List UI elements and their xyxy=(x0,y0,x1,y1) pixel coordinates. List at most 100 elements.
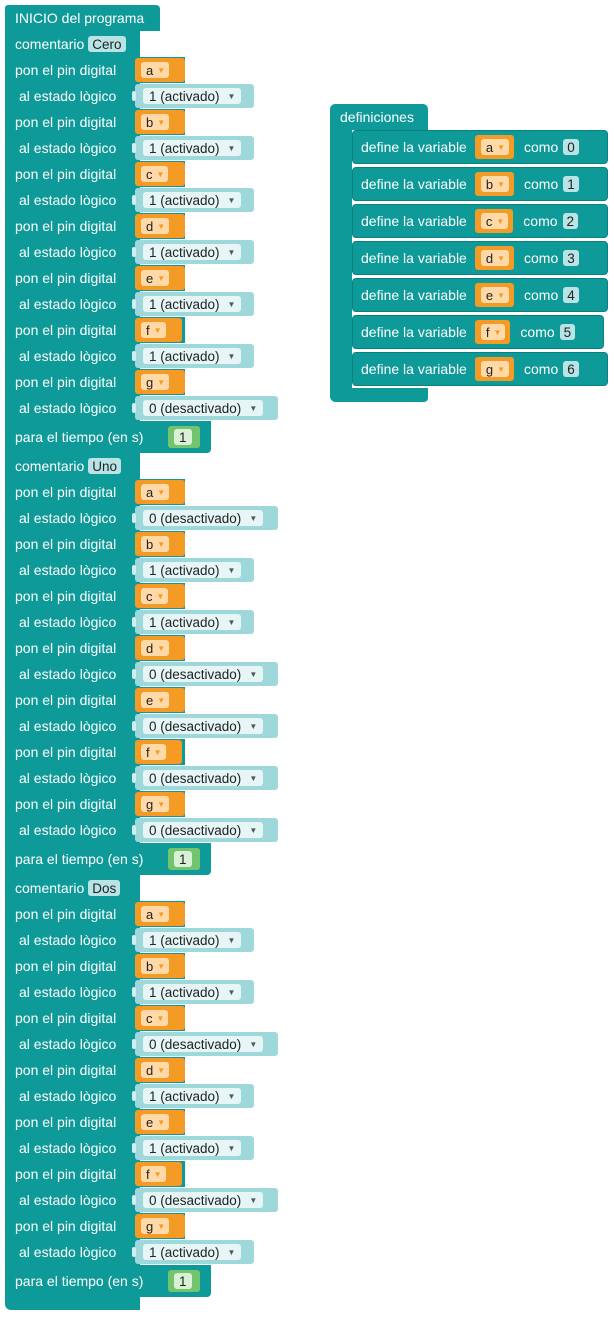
define-label: define la variable xyxy=(361,213,467,229)
state-label: al estado lògico xyxy=(19,1192,117,1208)
wait-seconds-input[interactable]: 1 xyxy=(168,1270,200,1292)
pin-variable-select[interactable]: d ▼ xyxy=(135,636,185,660)
comment-text[interactable]: Dos xyxy=(88,880,121,896)
pin-variable-select[interactable]: g ▼ xyxy=(135,792,185,816)
comment-block[interactable]: comentario Cero xyxy=(5,31,138,57)
pin-variable-select[interactable]: e ▼ xyxy=(135,688,185,712)
wait-label: para el tiempo (en s) xyxy=(15,1273,144,1289)
state-label: al estado lògico xyxy=(19,562,117,578)
pin-variable-select[interactable]: e ▼ xyxy=(135,1110,185,1134)
logic-state-select[interactable]: 0 (desactivado) ▼ xyxy=(135,1032,278,1056)
logic-state-select[interactable]: 1 (activado) ▼ xyxy=(135,980,254,1004)
define-variable-select[interactable]: e ▼ xyxy=(474,283,515,307)
start-label: INICIO del programa xyxy=(15,10,145,26)
define-variable-select[interactable]: b ▼ xyxy=(474,172,515,196)
define-label: define la variable xyxy=(361,139,467,155)
comment-block[interactable]: comentario Dos xyxy=(5,875,133,901)
pin-variable-select[interactable]: f ▼ xyxy=(135,1162,182,1186)
pin-variable-select[interactable]: b ▼ xyxy=(135,110,185,134)
logic-state-select[interactable]: 1 (activado) ▼ xyxy=(135,558,254,582)
logic-state-select[interactable]: 0 (desactivado) ▼ xyxy=(135,714,278,738)
as-label: como xyxy=(520,324,555,340)
define-variable-select[interactable]: g ▼ xyxy=(474,357,515,381)
pin-variable-select[interactable]: c ▼ xyxy=(135,1006,185,1030)
pin-variable-select[interactable]: a ▼ xyxy=(135,58,185,82)
comment-label: comentario xyxy=(15,36,85,52)
define-value[interactable]: 1 xyxy=(563,176,579,192)
triangle-down-icon: ▼ xyxy=(227,91,236,101)
wait-seconds-input[interactable]: 1 xyxy=(168,848,200,870)
pin-variable-select[interactable]: g ▼ xyxy=(135,1214,185,1238)
define-value[interactable]: 4 xyxy=(563,287,579,303)
pin-variable-select[interactable]: b ▼ xyxy=(135,532,185,556)
wait-seconds-input[interactable]: 1 xyxy=(168,426,200,448)
triangle-down-icon: ▼ xyxy=(156,591,165,601)
define-variable-select[interactable]: a ▼ xyxy=(474,135,515,159)
pin-variable-select[interactable]: f ▼ xyxy=(135,318,182,342)
pin-variable-name: b xyxy=(146,536,154,552)
comment-text[interactable]: Cero xyxy=(88,36,126,52)
pin-variable-select[interactable]: a ▼ xyxy=(135,902,185,926)
logic-state-select[interactable]: 1 (activado) ▼ xyxy=(135,1084,254,1108)
triangle-down-icon: ▼ xyxy=(227,247,236,257)
as-label: como xyxy=(524,361,559,377)
logic-state-value: 1 (activado) xyxy=(149,1244,220,1260)
define-variable-block[interactable]: define la variable g ▼ como 6 xyxy=(352,352,608,386)
logic-state-select[interactable]: 0 (desactivado) ▼ xyxy=(135,662,278,686)
triangle-down-icon: ▼ xyxy=(156,169,165,179)
define-variable-block[interactable]: define la variable a ▼ como 0 xyxy=(352,130,608,164)
define-value[interactable]: 5 xyxy=(559,324,576,340)
logic-state-select[interactable]: 0 (desactivado) ▼ xyxy=(135,1188,278,1212)
logic-state-select[interactable]: 0 (desactivado) ▼ xyxy=(135,766,278,790)
define-value[interactable]: 6 xyxy=(563,361,579,377)
pin-variable-select[interactable]: b ▼ xyxy=(135,954,185,978)
logic-state-select[interactable]: 0 (desactivado) ▼ xyxy=(135,506,278,530)
pin-variable-name: b xyxy=(146,114,154,130)
start-block[interactable]: INICIO del programa xyxy=(5,5,160,31)
comment-block[interactable]: comentario Uno xyxy=(5,453,132,479)
define-label: define la variable xyxy=(361,324,467,340)
logic-state-select[interactable]: 1 (activado) ▼ xyxy=(135,1136,254,1160)
input-connector xyxy=(132,195,136,205)
pin-variable-select[interactable]: e ▼ xyxy=(135,266,185,290)
logic-state-select[interactable]: 1 (activado) ▼ xyxy=(135,240,254,264)
define-variable-block[interactable]: define la variable c ▼ como 2 xyxy=(352,204,608,238)
comment-text[interactable]: Uno xyxy=(88,458,122,474)
triangle-down-icon: ▼ xyxy=(157,377,166,387)
pin-variable-select[interactable]: g ▼ xyxy=(135,370,185,394)
logic-state-select[interactable]: 0 (desactivado) ▼ xyxy=(135,396,278,420)
define-variable-block[interactable]: define la variable b ▼ como 1 xyxy=(352,167,608,201)
definitions-footer xyxy=(330,388,428,402)
triangle-down-icon: ▼ xyxy=(227,1091,236,1101)
logic-state-select[interactable]: 1 (activado) ▼ xyxy=(135,928,254,952)
logic-state-select[interactable]: 1 (activado) ▼ xyxy=(135,188,254,212)
pin-label: pon el pin digital xyxy=(15,322,117,338)
pin-variable-select[interactable]: c ▼ xyxy=(135,162,185,186)
define-variable-block[interactable]: define la variable f ▼ como 5 xyxy=(352,315,604,349)
define-value[interactable]: 0 xyxy=(563,139,579,155)
pin-variable-select[interactable]: a ▼ xyxy=(135,480,185,504)
pin-variable-select[interactable]: f ▼ xyxy=(135,740,182,764)
logic-state-select[interactable]: 0 (desactivado) ▼ xyxy=(135,818,278,842)
pin-label: pon el pin digital xyxy=(15,218,117,234)
input-connector xyxy=(132,935,136,945)
logic-state-select[interactable]: 1 (activado) ▼ xyxy=(135,84,254,108)
pin-variable-select[interactable]: c ▼ xyxy=(135,584,185,608)
define-variable-select[interactable]: d ▼ xyxy=(474,246,515,270)
pin-variable-select[interactable]: d ▼ xyxy=(135,1058,185,1082)
logic-state-select[interactable]: 1 (activado) ▼ xyxy=(135,292,254,316)
logic-state-select[interactable]: 1 (activado) ▼ xyxy=(135,1240,254,1264)
define-variable-block[interactable]: define la variable e ▼ como 4 xyxy=(352,278,608,312)
define-variable-select[interactable]: c ▼ xyxy=(474,209,514,233)
wait-label: para el tiempo (en s) xyxy=(15,851,144,867)
logic-state-select[interactable]: 1 (activado) ▼ xyxy=(135,136,254,160)
definitions-header[interactable]: definiciones xyxy=(330,104,428,130)
pin-variable-select[interactable]: d ▼ xyxy=(135,214,185,238)
define-value[interactable]: 2 xyxy=(562,213,579,229)
define-value[interactable]: 3 xyxy=(563,250,579,266)
logic-state-select[interactable]: 1 (activado) ▼ xyxy=(135,610,254,634)
logic-state-select[interactable]: 1 (activado) ▼ xyxy=(135,344,254,368)
define-variable-block[interactable]: define la variable d ▼ como 3 xyxy=(352,241,608,275)
triangle-down-icon: ▼ xyxy=(249,825,258,835)
define-variable-select[interactable]: f ▼ xyxy=(474,320,511,344)
